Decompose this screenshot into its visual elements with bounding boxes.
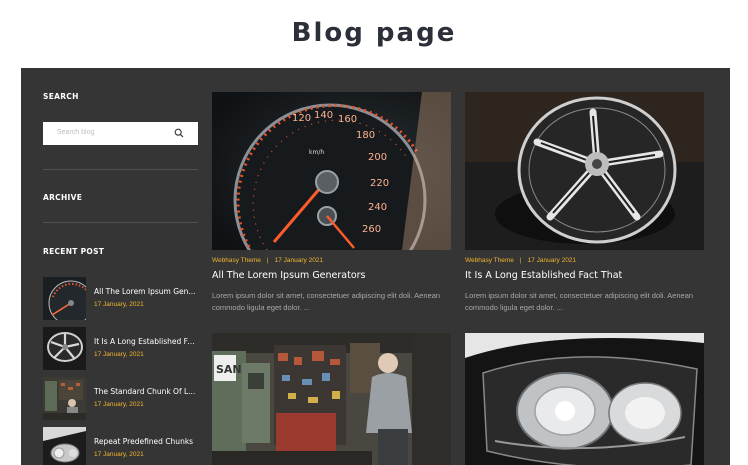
recent-post-title[interactable]: All The Lorem Ipsum Gen... [94, 287, 198, 296]
divider [43, 222, 198, 223]
speedometer-unit: km/h [309, 149, 324, 156]
post-image-speedometer[interactable]: 120 140 160 180 200 220 240 260 km/h [212, 92, 451, 250]
recent-post-date: 17 January, 2021 [94, 451, 144, 458]
post-excerpt: Lorem ipsum dolor sit amet, consectetuer… [212, 291, 441, 312]
speedometer-mark: 180 [356, 130, 375, 141]
speedometer-mark: 220 [370, 178, 389, 189]
recent-post-thumbnail[interactable] [43, 327, 86, 370]
post-date: 17 January 2021 [527, 257, 577, 264]
meta-separator: | [266, 257, 269, 264]
recent-post-date: 17 January, 2021 [94, 301, 144, 308]
search-heading: SEARCH [43, 92, 79, 101]
blog-panel: SEARCH Search blog ARCHIVE RECENT POST A… [21, 68, 730, 465]
recent-post-item[interactable]: The Standard Chunk Of L... 17 January, 2… [43, 377, 198, 421]
post-image-wheel-rim[interactable] [465, 92, 704, 250]
recent-post-date: 17 January, 2021 [94, 351, 144, 358]
post-excerpt: Lorem ipsum dolor sit amet, consectetuer… [465, 291, 694, 312]
page-title: Blog page [291, 18, 457, 48]
search-placeholder: Search blog [57, 129, 95, 136]
search-input[interactable]: Search blog [43, 122, 198, 145]
speedometer-mark: 160 [338, 114, 357, 125]
meta-separator: | [519, 257, 522, 264]
workshop-sign: SAN [216, 363, 242, 376]
post-meta: Webhasy Theme | 17 January 2021 [465, 257, 576, 264]
speedometer-mark: 120 [292, 113, 311, 124]
search-icon[interactable] [174, 128, 184, 138]
post-author[interactable]: Webhasy Theme [465, 257, 514, 264]
blog-post-card[interactable]: Webhasy Theme | 17 January 2021 It Is A Lo… [465, 92, 704, 322]
post-title[interactable]: It Is A Long Established Fact That [465, 270, 622, 281]
recent-post-thumbnail[interactable] [43, 427, 86, 465]
recent-post-date: 17 January, 2021 [94, 401, 144, 408]
recent-post-item[interactable]: All The Lorem Ipsum Gen... 17 January, 2… [43, 277, 198, 321]
archive-heading[interactable]: ARCHIVE [43, 193, 82, 202]
recent-post-item[interactable]: Repeat Predefined Chunks 17 January, 202… [43, 427, 198, 465]
post-image-headlight[interactable] [465, 333, 704, 465]
post-image-workshop[interactable]: SAN [212, 333, 451, 465]
recent-post-heading: RECENT POST [43, 247, 105, 256]
post-title[interactable]: All The Lorem Ipsum Generators [212, 270, 366, 281]
speedometer-mark: 260 [362, 224, 381, 235]
recent-post-title[interactable]: Repeat Predefined Chunks [94, 437, 198, 446]
post-author[interactable]: Webhasy Theme [212, 257, 261, 264]
recent-post-title[interactable]: The Standard Chunk Of L... [94, 387, 198, 396]
recent-post-item[interactable]: It Is A Long Established Fa... 17 Januar… [43, 327, 198, 371]
recent-post-thumbnail[interactable] [43, 377, 86, 420]
post-meta: Webhasy Theme | 17 January 2021 [212, 257, 323, 264]
speedometer-mark: 240 [368, 202, 387, 213]
divider [43, 169, 198, 170]
speedometer-mark: 200 [368, 152, 387, 163]
speedometer-mark: 140 [314, 110, 333, 121]
recent-post-thumbnail[interactable] [43, 277, 86, 320]
recent-post-title[interactable]: It Is A Long Established Fa... [94, 337, 198, 346]
post-date: 17 January 2021 [274, 257, 324, 264]
blog-post-card[interactable]: 120 140 160 180 200 220 240 260 km/h Web… [212, 92, 451, 322]
